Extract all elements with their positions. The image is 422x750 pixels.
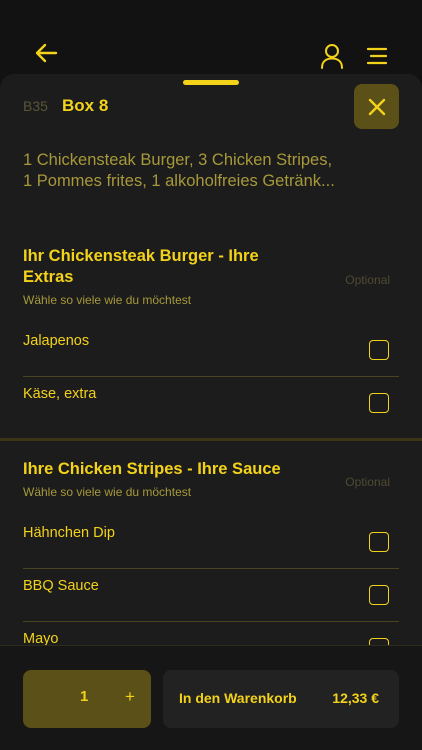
section-divider xyxy=(0,438,422,441)
arrow-left-icon xyxy=(35,43,58,63)
close-button[interactable] xyxy=(354,84,399,129)
option-checkbox[interactable] xyxy=(369,585,389,605)
section-subtitle: Wähle so viele wie du möchtest xyxy=(23,485,192,499)
option-label: Hähnchen Dip xyxy=(23,525,115,541)
option-row-bbq-sauce[interactable]: BBQ Sauce xyxy=(23,568,399,621)
section-title-line: Ihr Chickensteak Burger - Ihre xyxy=(23,247,259,265)
section-title-line: Extras xyxy=(23,268,74,286)
add-to-cart-button[interactable]: In den Warenkorb 12,33 € xyxy=(163,670,399,728)
bottom-bar: 1 + In den Warenkorb 12,33 € xyxy=(0,645,422,750)
back-button[interactable] xyxy=(34,40,60,66)
section-title-line: Ihre Chicken Stripes - Ihre Sauce xyxy=(23,460,281,478)
quantity-stepper[interactable]: 1 + xyxy=(23,670,151,728)
section-title: Ihr Chickensteak Burger - Ihre Extras xyxy=(23,246,259,288)
account-button[interactable] xyxy=(318,42,346,70)
user-icon xyxy=(321,44,343,69)
option-row-haehnchen-dip[interactable]: Hähnchen Dip xyxy=(23,515,399,568)
item-code: B35 xyxy=(23,98,48,114)
add-to-cart-label: In den Warenkorb xyxy=(179,690,297,706)
item-title: Box 8 xyxy=(62,96,109,115)
top-bar xyxy=(0,0,422,76)
option-checkbox[interactable] xyxy=(369,393,389,413)
quantity-increase-button[interactable]: + xyxy=(123,687,137,707)
option-label: BBQ Sauce xyxy=(23,578,99,594)
sheet-grabber[interactable] xyxy=(183,80,239,85)
section-subtitle: Wähle so viele wie du möchtest xyxy=(23,293,192,307)
option-checkbox[interactable] xyxy=(369,532,389,552)
total-price: 12,33 € xyxy=(332,690,379,706)
section-title: Ihre Chicken Stripes - Ihre Sauce xyxy=(23,459,281,480)
option-label: Käse, extra xyxy=(23,386,97,402)
item-description-line: 1 Pommes frites, 1 alkoholfreies Getränk… xyxy=(23,172,335,190)
optional-label: Optional xyxy=(345,273,390,287)
menu-button[interactable] xyxy=(364,44,390,68)
option-checkbox[interactable] xyxy=(369,340,389,360)
quantity-value: 1 xyxy=(80,688,89,705)
item-description: 1 Chickensteak Burger, 3 Chicken Stripes… xyxy=(23,150,383,192)
menu-icon xyxy=(366,47,388,65)
optional-label: Optional xyxy=(345,475,390,489)
close-icon xyxy=(368,98,385,115)
option-label: Jalapenos xyxy=(23,333,90,349)
option-row-kaese-extra[interactable]: Käse, extra xyxy=(23,376,399,429)
option-row-jalapenos[interactable]: Jalapenos xyxy=(23,323,399,376)
item-description-line: 1 Chickensteak Burger, 3 Chicken Stripes… xyxy=(23,151,333,169)
